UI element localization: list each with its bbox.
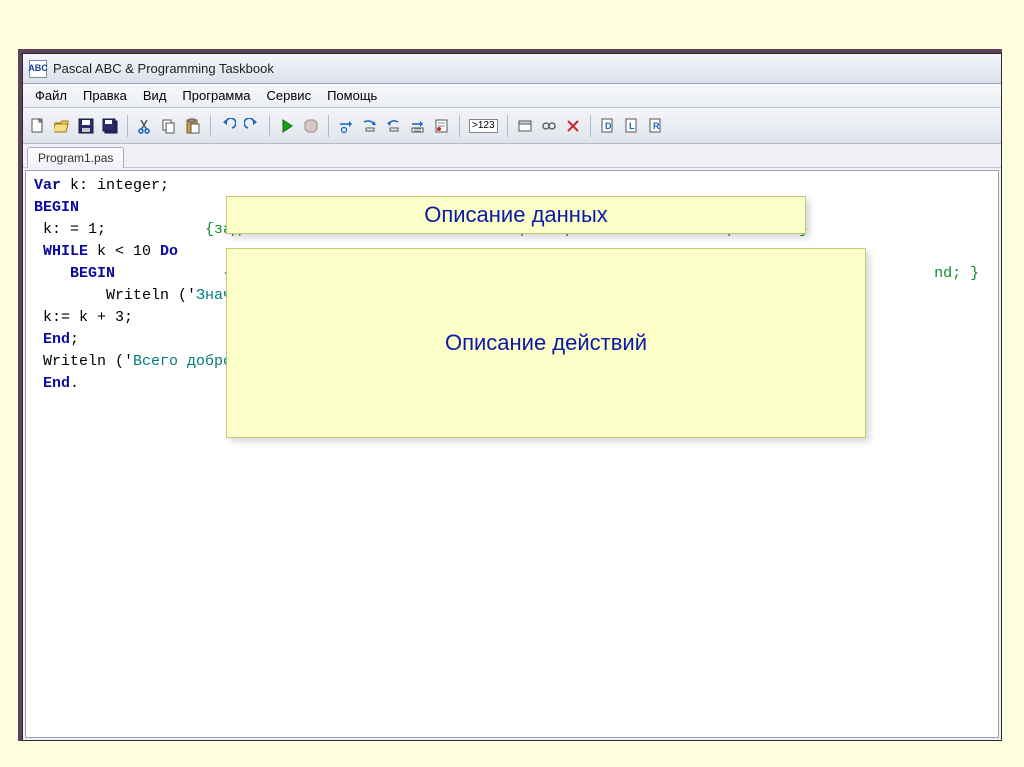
window-title: Pascal ABC & Programming Taskbook	[53, 61, 274, 76]
toolbar-separator	[459, 115, 460, 137]
doc-l-icon[interactable]: L	[621, 115, 643, 137]
svg-text:D: D	[605, 121, 612, 131]
step-out-icon[interactable]	[383, 115, 405, 137]
toolbar-separator	[127, 115, 128, 137]
code-line: Var k: integer;	[34, 175, 998, 197]
run-to-cursor-icon[interactable]	[407, 115, 429, 137]
save-file-icon[interactable]	[75, 115, 97, 137]
doc-r-icon[interactable]: R	[645, 115, 667, 137]
cut-icon[interactable]	[134, 115, 156, 137]
svg-text:R: R	[653, 121, 660, 131]
menubar: Файл Правка Вид Программа Сервис Помощь	[23, 84, 1001, 108]
tabbar: Program1.pas	[23, 144, 1001, 168]
run-icon[interactable]	[276, 115, 298, 137]
toolbar-separator	[328, 115, 329, 137]
menu-program[interactable]: Программа	[174, 85, 258, 106]
undo-icon[interactable]	[217, 115, 239, 137]
titlebar: ABC Pascal ABC & Programming Taskbook	[23, 54, 1001, 84]
watch-icon[interactable]	[538, 115, 560, 137]
toolbar: >123 D L R	[23, 108, 1001, 144]
step-into-icon[interactable]	[359, 115, 381, 137]
doc-d-icon[interactable]: D	[597, 115, 619, 137]
app-icon: ABC	[29, 60, 47, 78]
toolbar-separator	[210, 115, 211, 137]
svg-text:L: L	[629, 121, 635, 131]
menu-edit[interactable]: Правка	[75, 85, 135, 106]
menu-service[interactable]: Сервис	[259, 85, 320, 106]
menu-help[interactable]: Помощь	[319, 85, 385, 106]
menu-file[interactable]: Файл	[27, 85, 75, 106]
goto-line-icon[interactable]: >123	[466, 115, 501, 137]
copy-icon[interactable]	[158, 115, 180, 137]
delete-icon[interactable]	[562, 115, 584, 137]
menu-view[interactable]: Вид	[135, 85, 175, 106]
new-file-icon[interactable]	[27, 115, 49, 137]
toolbar-separator	[269, 115, 270, 137]
stop-icon[interactable]	[300, 115, 322, 137]
overlay-data-description: Описание данных	[226, 196, 806, 234]
redo-icon[interactable]	[241, 115, 263, 137]
open-file-icon[interactable]	[51, 115, 73, 137]
step-over-icon[interactable]	[335, 115, 357, 137]
toolbar-separator	[590, 115, 591, 137]
window-icon[interactable]	[514, 115, 536, 137]
toolbar-separator	[507, 115, 508, 137]
file-tab[interactable]: Program1.pas	[27, 147, 124, 168]
breakpoint-icon[interactable]	[431, 115, 453, 137]
save-all-icon[interactable]	[99, 115, 121, 137]
paste-icon[interactable]	[182, 115, 204, 137]
overlay-actions-description: Описание действий	[226, 248, 866, 438]
